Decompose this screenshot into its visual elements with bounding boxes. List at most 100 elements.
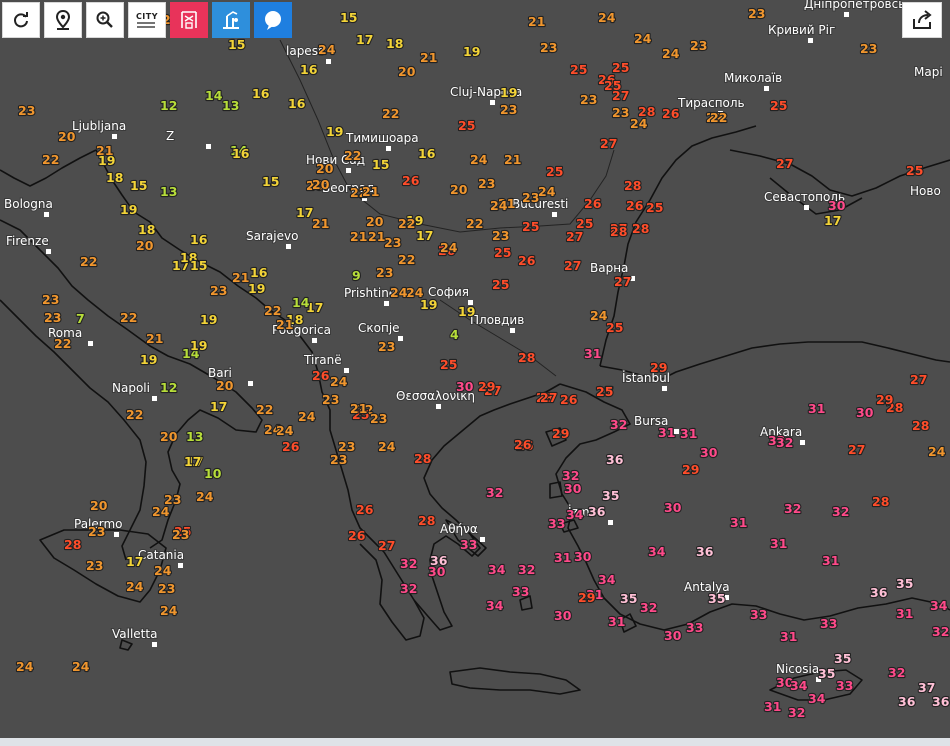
temperature-t159[interactable]: 31 <box>553 549 573 566</box>
temperature-t220[interactable]: 27 <box>775 155 795 172</box>
temperature-t217[interactable]: 25 <box>603 77 623 94</box>
temperature-t161[interactable]: 35 <box>619 590 639 607</box>
temperature-t264[interactable]: 26 <box>517 252 537 269</box>
temperature-t69[interactable]: 24 <box>329 373 349 390</box>
temperature-t80[interactable]: 20 <box>215 377 235 394</box>
temperature-t7[interactable]: 24 <box>597 9 617 26</box>
temperature-t77[interactable]: 19 <box>139 351 159 368</box>
temperature-t158[interactable]: 30 <box>573 548 593 565</box>
temperature-t247[interactable]: 21 <box>367 228 387 245</box>
temperature-t92[interactable]: 23 <box>321 391 341 408</box>
temperature-t83[interactable]: 19 <box>199 311 219 328</box>
temperature-t98[interactable]: 21 <box>349 400 369 417</box>
temperature-t73[interactable]: 22 <box>53 335 73 352</box>
temperature-t56[interactable]: 23 <box>383 234 403 251</box>
temperature-t162[interactable]: 32 <box>399 580 419 597</box>
temperature-t55[interactable]: 21 <box>349 228 369 245</box>
temperature-t128[interactable]: 26 <box>355 501 375 518</box>
temperature-t168[interactable]: 36 <box>695 543 715 560</box>
temperature-t262[interactable]: 23 <box>377 338 397 355</box>
temperature-t149[interactable]: 36 <box>587 503 607 520</box>
temperature-t114[interactable]: 23 <box>85 557 105 574</box>
weather-map[interactable]: lapestLjubljanaZBolognaFirenze SarajevoБе… <box>0 0 950 746</box>
temperature-t228[interactable]: 25 <box>645 199 665 216</box>
temperature-t82[interactable]: 20 <box>135 237 155 254</box>
temperature-t151[interactable]: 33 <box>547 515 567 532</box>
temperature-t129[interactable]: 27 <box>377 537 397 554</box>
temperature-t47[interactable]: 17 <box>295 204 315 221</box>
temperature-t106[interactable]: 10 <box>203 465 223 482</box>
temperature-t219[interactable]: 17 <box>823 212 843 229</box>
temperature-t185[interactable]: 28 <box>871 493 891 510</box>
temperature-t197[interactable]: 36 <box>869 584 889 601</box>
temperature-t26[interactable]: 19 <box>97 152 117 169</box>
temperature-t24[interactable]: 23 <box>17 102 37 119</box>
temperature-t60[interactable]: 27 <box>563 257 583 274</box>
temperature-t136[interactable]: 26 <box>513 436 533 453</box>
temperature-t157[interactable]: 34 <box>647 543 667 560</box>
temperature-t88[interactable]: 22 <box>263 302 283 319</box>
temperature-t170[interactable]: 31 <box>769 535 789 552</box>
temperature-t248[interactable]: 16 <box>417 145 437 162</box>
temperature-t40[interactable]: 25 <box>611 59 631 76</box>
temperature-t67[interactable]: 25 <box>439 356 459 373</box>
temperature-t148[interactable]: 35 <box>601 487 621 504</box>
temperature-t273[interactable]: 26 <box>625 197 645 214</box>
temperature-t65[interactable]: 19 <box>457 303 477 320</box>
temperature-t27[interactable]: 18 <box>105 169 125 186</box>
temperature-t10[interactable]: 19 <box>499 84 519 101</box>
temperature-t236[interactable]: 27 <box>565 228 585 245</box>
temperature-t110[interactable]: 24 <box>195 488 215 505</box>
temperature-t139[interactable]: 31 <box>583 345 603 362</box>
temperature-t238[interactable]: 22 <box>465 215 485 232</box>
wind-station-button[interactable] <box>170 2 208 38</box>
temperature-t190[interactable]: 32 <box>775 434 795 451</box>
temperature-t265[interactable]: 24 <box>489 197 509 214</box>
temperature-t76[interactable]: 21 <box>145 330 165 347</box>
temperature-t45[interactable]: 21 <box>503 151 523 168</box>
temperature-t224[interactable]: 23 <box>859 40 879 57</box>
temperature-t221[interactable]: 24 <box>661 45 681 62</box>
temperature-t93[interactable]: 24 <box>377 438 397 455</box>
temperature-t233[interactable]: 25 <box>521 218 541 235</box>
temperature-t156[interactable]: 32 <box>399 555 419 572</box>
temperature-t137[interactable]: 29 <box>551 425 571 442</box>
temperature-t216[interactable]: 27 <box>909 371 929 388</box>
temperature-t145[interactable]: 36 <box>605 451 625 468</box>
temperature-t124[interactable]: 26 <box>281 438 301 455</box>
chat-button[interactable] <box>254 2 292 38</box>
temperature-t160[interactable]: 34 <box>597 571 617 588</box>
temperature-t118[interactable]: 17 <box>125 553 145 570</box>
temperature-t64[interactable]: 21 <box>311 215 331 232</box>
temperature-t177[interactable]: 30 <box>699 444 719 461</box>
temperature-t183[interactable]: 29 <box>681 461 701 478</box>
temperature-t21[interactable]: 20 <box>57 128 77 145</box>
temperature-t229[interactable]: 23 <box>611 104 631 121</box>
temperature-t258[interactable]: 22 <box>397 215 417 232</box>
temperature-t181[interactable]: 32 <box>783 500 803 517</box>
temperature-t187[interactable]: 31 <box>679 425 699 442</box>
temperature-t211[interactable]: 31 <box>895 605 915 622</box>
temperature-t166[interactable]: 32 <box>639 599 659 616</box>
temperature-t41[interactable]: 27 <box>599 135 619 152</box>
temperature-t1[interactable]: 15 <box>339 9 359 26</box>
weather-station-button[interactable] <box>212 2 250 38</box>
temperature-t180[interactable]: 31 <box>729 514 749 531</box>
temperature-t79[interactable]: 19 <box>189 337 209 354</box>
temperature-t4[interactable]: 18 <box>385 35 405 52</box>
temperature-t253[interactable]: 16 <box>231 145 251 162</box>
temperature-t207[interactable]: 36 <box>897 693 917 710</box>
temperature-t29[interactable]: 13 <box>159 183 179 200</box>
temperature-t147[interactable]: 30 <box>563 480 583 497</box>
city-toggle-button[interactable]: CITY <box>128 2 166 38</box>
temperature-t184[interactable]: 27 <box>847 441 867 458</box>
temperature-t86[interactable]: 23 <box>209 282 229 299</box>
temperature-t85[interactable]: 15 <box>189 257 209 274</box>
temperature-t35[interactable]: 24 <box>317 41 337 58</box>
temperature-t100[interactable]: 22 <box>255 401 275 418</box>
temperature-t252[interactable]: 15 <box>261 173 281 190</box>
temperature-t3[interactable]: 17 <box>355 31 375 48</box>
temperature-t251[interactable]: 16 <box>287 95 307 112</box>
temperature-t19[interactable]: 13 <box>221 97 241 114</box>
temperature-t17[interactable]: 16 <box>251 85 271 102</box>
